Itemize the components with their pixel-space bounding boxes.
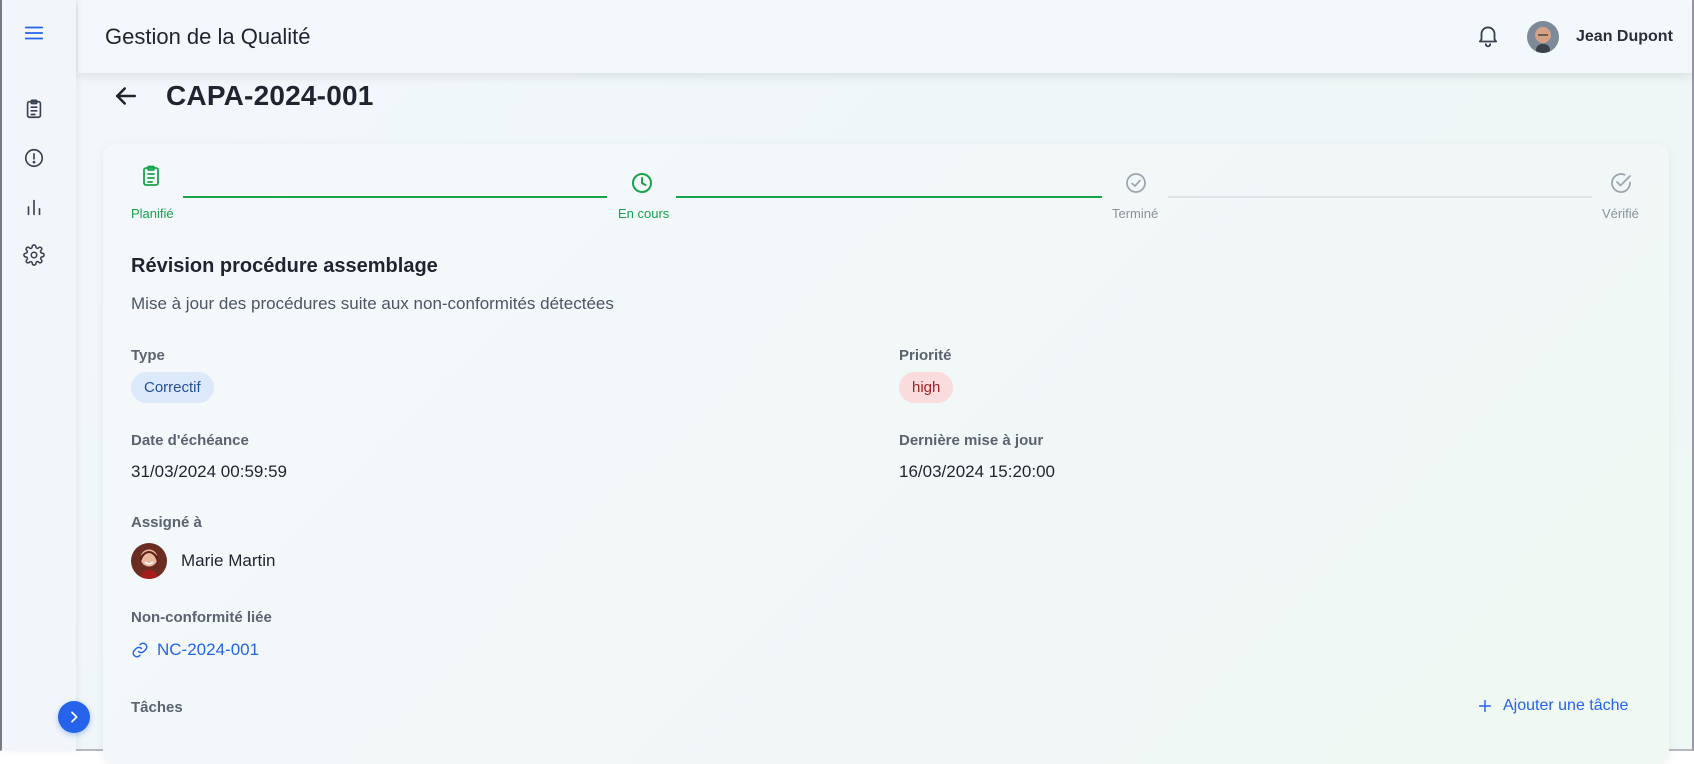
linked-nc-text[interactable]: NC-2024-001 [157,640,259,660]
sidebar-item-capa[interactable] [19,94,49,124]
clipboard-icon [26,99,42,119]
linked-nc-label: Non-conformité liée [131,609,272,626]
bar-chart-icon [27,199,41,216]
menu-toggle-button[interactable] [19,18,49,48]
clock-icon [632,173,652,193]
linked-nc-link[interactable]: NC-2024-001 [131,640,259,660]
add-task-button[interactable]: Ajouter une tâche [1477,697,1628,715]
user-avatar[interactable] [1527,21,1559,53]
chevron-right-icon [71,711,78,723]
app-title: Gestion de la Qualité [105,24,311,49]
back-button[interactable] [111,81,141,111]
clipboard-check-icon [143,165,159,186]
capa-detail-card [103,144,1669,764]
sidebar-item-settings[interactable] [19,240,49,270]
step-label-planned: Planifié [131,206,174,221]
page-title: CAPA-2024-001 [166,80,374,111]
capa-title: Révision procédure assemblage [131,255,438,277]
top-app-bar: Gestion de la Qualité Jean Dupont [78,0,1692,73]
sidebar [2,0,76,751]
app-window: Gestion de la Qualité Jean Dupont CAPA-2… [0,0,1694,764]
plus-icon [1478,699,1492,713]
gear-icon [23,244,45,266]
sidebar-expand-button[interactable] [58,701,90,733]
arrow-left-icon [116,87,136,105]
link-icon [132,642,148,658]
assignee-avatar [131,543,167,579]
step-label-in-progress: En cours [618,206,670,221]
assignee-name: Marie Martin [181,551,276,570]
sidebar-item-nonconformities[interactable] [19,143,49,173]
alert-circle-icon [24,148,44,168]
tasks-label: Tâches [131,699,183,716]
last-update-label: Dernière mise à jour [899,432,1044,449]
type-chip: Correctif [131,372,214,403]
assignee-photo-icon [131,543,167,579]
user-name[interactable]: Jean Dupont [1576,28,1673,46]
type-label: Type [131,347,165,364]
due-date-label: Date d'échéance [131,432,249,449]
bell-icon [1478,26,1498,48]
menu-icon [24,26,44,40]
add-task-label[interactable]: Ajouter une tâche [1503,697,1628,715]
step-label-verified: Vérifié [1602,206,1639,221]
priority-label: Priorité [899,347,952,364]
step-connector-2 [676,196,1102,198]
priority-chip: high [899,372,954,403]
check-circle-icon [1126,173,1146,193]
user-photo-icon [1527,21,1559,53]
due-date-value: 31/03/2024 00:59:59 [131,462,287,481]
step-connector-1 [183,196,607,198]
last-update-value: 16/03/2024 15:20:00 [899,462,1055,481]
step-connector-3 [1168,196,1592,198]
check-badge-icon [1611,173,1631,193]
notifications-button[interactable] [1475,22,1501,48]
step-label-completed: Terminé [1112,206,1159,221]
capa-description: Mise à jour des procédures suite aux non… [131,294,614,313]
assigned-label: Assigné à [131,514,202,531]
sidebar-item-reports[interactable] [19,192,49,222]
